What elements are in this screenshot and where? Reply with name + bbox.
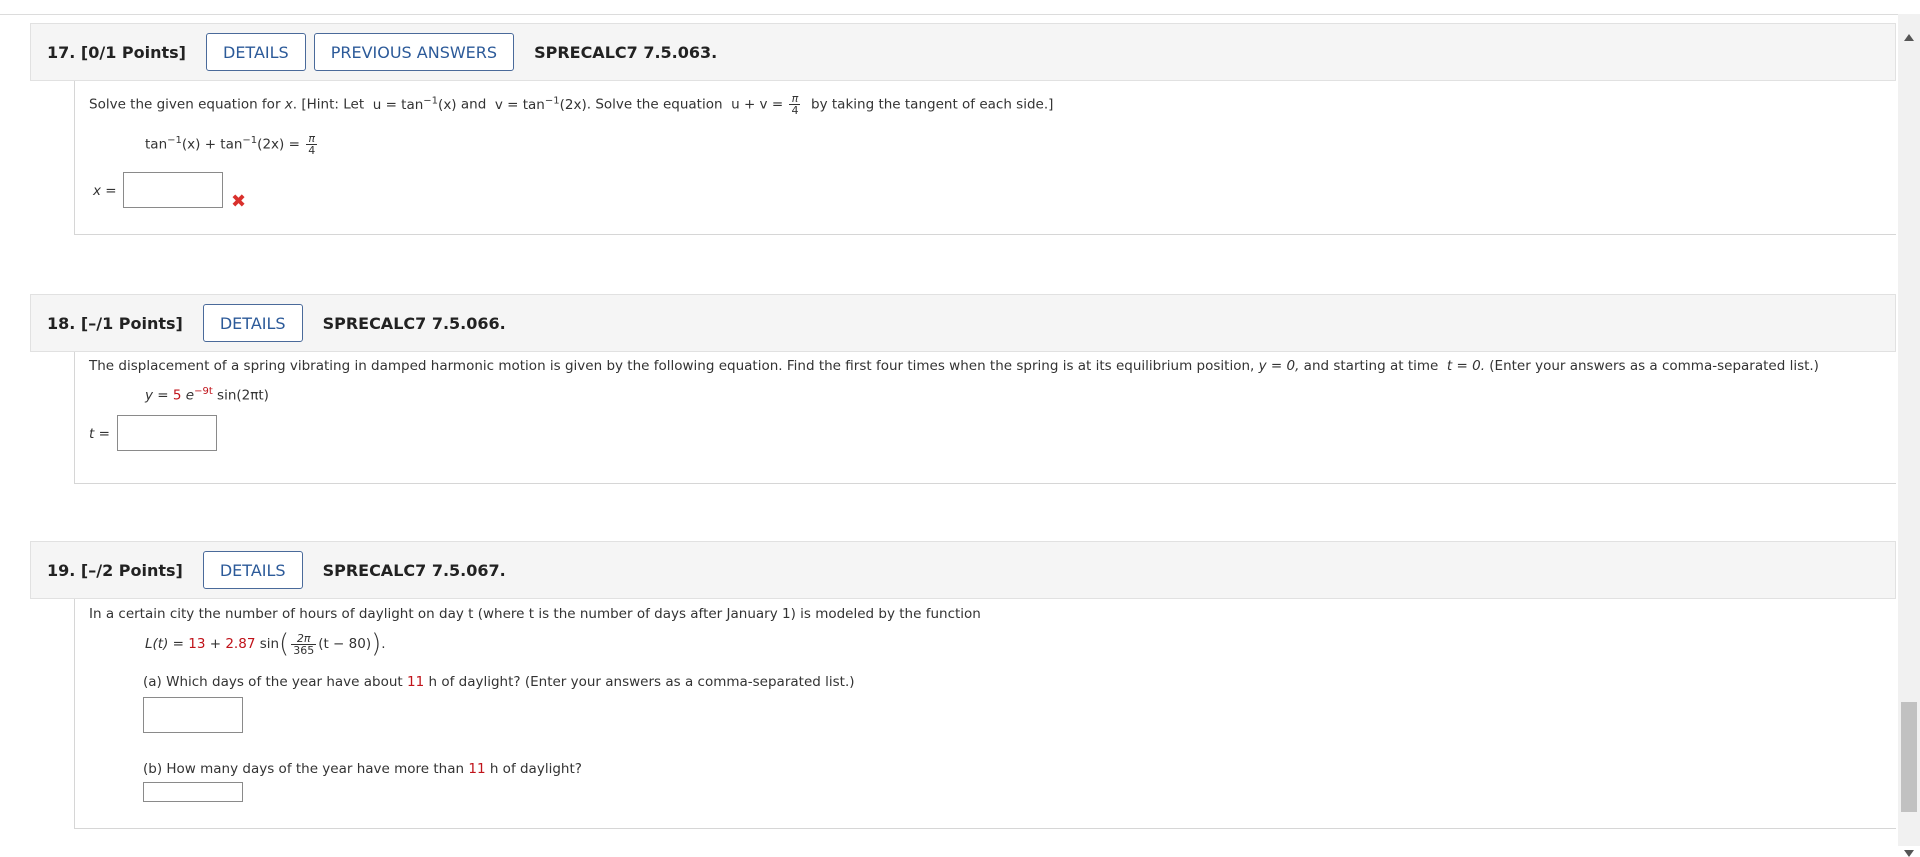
inverse-superscript: −1 [544, 95, 560, 106]
equation-part: (2x) = [257, 136, 305, 153]
question-number: 18. [47, 313, 76, 333]
hint-v-text: v = tan [494, 96, 545, 113]
question-body: The displacement of a spring vibrating i… [74, 352, 1896, 484]
points-label: [0/1 Points] [80, 42, 186, 62]
frac-denominator: 4 [791, 104, 799, 117]
part-b-input[interactable] [143, 782, 243, 802]
hint-v: v = tan−1(2x) [494, 95, 587, 113]
equation-part: (x) + tan [181, 136, 243, 153]
part-a-text: h of daylight? (Enter your answers as a … [424, 674, 855, 690]
equation-sin: sin [255, 636, 280, 652]
part-a-prompt: (a) Which days of the year have about 11… [143, 674, 855, 690]
hint-lead: . [Hint: Let [292, 96, 369, 113]
equation: tan−1(x) + tan−1(2x) = π4 [145, 133, 319, 156]
details-button[interactable]: DETAILS [206, 33, 306, 71]
equation-rest: sin(2πt) [212, 387, 269, 404]
equation: y = 5 e−9t sin(2πt) [145, 386, 269, 404]
x-mark-icon: ✖ [231, 191, 247, 212]
question-code: SPRECALC7 7.5.066. [322, 313, 506, 333]
equation-e: e [181, 387, 195, 404]
part-a-input[interactable] [143, 697, 243, 733]
question-header: 19. [–/2 Points] DETAILS SPRECALC7 7.5.0… [30, 541, 1896, 599]
question-prompt: The displacement of a spring vibrating i… [89, 358, 1819, 374]
question-code: SPRECALC7 7.5.063. [534, 42, 718, 62]
previous-answers-button[interactable]: PREVIOUS ANSWERS [313, 33, 515, 71]
prompt-text: The displacement of a spring vibrating i… [89, 358, 1259, 374]
question-points: 18. [–/1 Points] [47, 314, 183, 333]
question-19: 19. [–/2 Points] DETAILS SPRECALC7 7.5.0… [30, 541, 1896, 829]
vertical-scrollbar[interactable] [1898, 14, 1920, 857]
question-prompt: In a certain city the number of hours of… [89, 606, 981, 622]
frac-numerator: 2π [291, 633, 317, 645]
question-18: 18. [–/1 Points] DETAILS SPRECALC7 7.5.0… [30, 294, 1896, 484]
part-a-number: 11 [407, 674, 425, 690]
part-b-text: (b) How many days of the year have more … [143, 761, 469, 777]
part-b-number: 11 [468, 761, 486, 777]
equation-plus: + [205, 636, 226, 652]
part-b-text: h of daylight? [485, 761, 582, 777]
equation-constant: 13 [188, 636, 206, 652]
scrollbar-thumb[interactable] [1901, 702, 1917, 812]
prompt-variable: x [284, 96, 293, 113]
question-body: Solve the given equation for x. [Hint: L… [74, 81, 1896, 235]
inverse-superscript: −1 [167, 135, 182, 146]
frac-denominator: 365 [293, 643, 315, 657]
inverse-superscript: −1 [242, 135, 258, 146]
part-a-text: (a) Which days of the year have about [143, 674, 407, 690]
part-b-prompt: (b) How many days of the year have more … [143, 761, 582, 777]
question-prompt: Solve the given equation for x. [Hint: L… [89, 93, 1053, 116]
scroll-down-arrow-icon[interactable] [1904, 850, 1914, 857]
equation-lhs: L(t) = [145, 636, 189, 652]
answer-input[interactable] [123, 172, 223, 208]
equation-tan: tan [145, 136, 168, 153]
hint-uv: u + v = [731, 96, 788, 113]
answer-label: x = [93, 183, 117, 199]
details-button[interactable]: DETAILS [202, 304, 303, 342]
prompt-text: and starting at time [1299, 358, 1443, 374]
hint-u: u = tan−1(x) [372, 95, 457, 113]
question-points: 19. [–/2 Points] [47, 561, 183, 580]
equation-exponent: −9t [194, 386, 213, 397]
top-divider [0, 14, 1898, 15]
equation: L(t) = 13 + 2.87 sin(2π 365 (t − 80)). [145, 629, 386, 659]
two-pi-over-365: 2π 365 [291, 633, 317, 657]
hint-v-arg: (2x) [559, 96, 587, 113]
answer-label: t = [89, 426, 110, 442]
pi-over-four: π4 [306, 133, 318, 157]
equation-end: . [381, 636, 386, 652]
prompt-time: t = 0. [1446, 358, 1485, 374]
equation-tail: (t − 80) [318, 636, 372, 652]
question-code: SPRECALC7 7.5.067. [322, 560, 506, 580]
question-header: 18. [–/1 Points] DETAILS SPRECALC7 7.5.0… [30, 294, 1896, 352]
prompt-equation: y = 0, [1258, 358, 1300, 374]
prompt-text: Solve the given equation for [89, 96, 285, 113]
points-label: [–/1 Points] [80, 313, 183, 333]
question-points: 17. [0/1 Points] [47, 43, 186, 62]
points-label: [–/2 Points] [80, 560, 183, 580]
details-button[interactable]: DETAILS [202, 551, 303, 589]
answer-input[interactable] [117, 415, 217, 451]
right-paren: ) [371, 629, 382, 659]
equation-amplitude: 2.87 [225, 636, 256, 652]
pi-over-four: π4 [789, 93, 801, 117]
hint-u-text: u = tan [372, 96, 424, 113]
question-body: In a certain city the number of hours of… [74, 599, 1896, 829]
prompt-text: (Enter your answers as a comma-separated… [1485, 358, 1819, 374]
question-number: 19. [47, 560, 76, 580]
question-number: 17. [47, 42, 76, 62]
hint-solve: . Solve the equation [586, 96, 727, 113]
hint-and: and [456, 96, 491, 113]
question-header: 17. [0/1 Points] DETAILS PREVIOUS ANSWER… [30, 23, 1896, 81]
question-17: 17. [0/1 Points] DETAILS PREVIOUS ANSWER… [30, 23, 1896, 235]
inverse-superscript: −1 [423, 95, 439, 106]
left-paren: ( [279, 629, 290, 659]
frac-denominator: 4 [308, 144, 316, 157]
hint-end: by taking the tangent of each side.] [806, 96, 1054, 113]
hint-u-arg: (x) [438, 96, 457, 113]
equation-lhs: y = [145, 387, 173, 404]
scroll-up-arrow-icon[interactable] [1904, 34, 1914, 41]
